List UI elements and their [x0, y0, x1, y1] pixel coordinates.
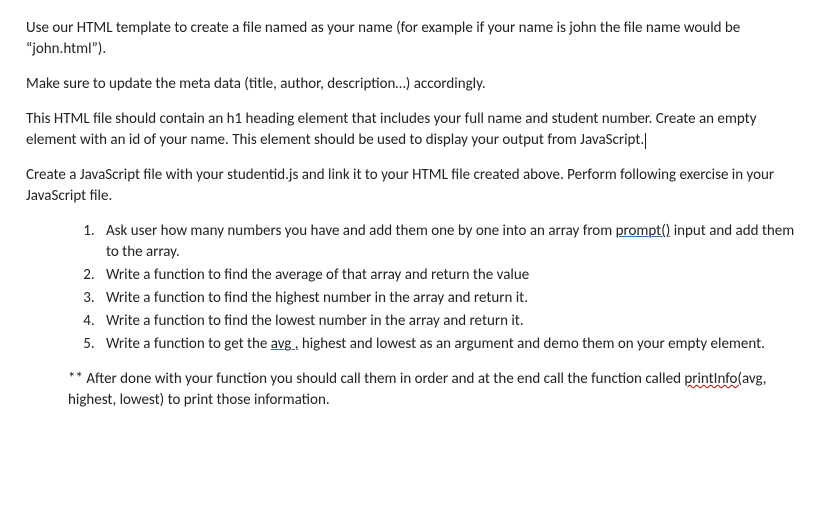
- para5-avg: avg: [742, 370, 763, 388]
- para4-text: Create a JavaScript file with your stude…: [26, 166, 774, 205]
- paragraph-3: This HTML file should contain an h1 head…: [26, 109, 795, 151]
- li1-text-a: Ask user how many numbers you have and a…: [106, 222, 616, 240]
- list-item-3: Write a function to find the highest num…: [98, 288, 795, 309]
- li4-text: Write a function to find the lowest numb…: [106, 312, 524, 330]
- para1-text: Use our HTML template to create a file n…: [26, 19, 740, 58]
- para3-text: This HTML file should contain an h1 head…: [26, 110, 757, 149]
- li5-text-b: highest and lowest as an argument and de…: [298, 335, 764, 353]
- text-cursor: [645, 133, 646, 149]
- paragraph-5: ** After done with your function you sho…: [68, 369, 795, 411]
- li5-underline-avg: avg ,: [271, 335, 299, 353]
- document-page: Use our HTML template to create a file n…: [0, 0, 821, 443]
- para5-underline-printinfo: printInfo(: [684, 370, 742, 388]
- list-item-2: Write a function to find the average of …: [98, 265, 795, 286]
- list-item-4: Write a function to find the lowest numb…: [98, 311, 795, 332]
- paragraph-4: Create a JavaScript file with your stude…: [26, 165, 795, 207]
- para5-text-a: ** After done with your function you sho…: [68, 370, 684, 388]
- para2-text: Make sure to update the meta data (title…: [26, 75, 486, 93]
- list-item-5: Write a function to get the avg , highes…: [98, 334, 795, 355]
- li5-text-a: Write a function to get the: [106, 335, 271, 353]
- li2-text: Write a function to find the average of …: [106, 266, 529, 284]
- li1-underline-prompt: prompt(): [616, 222, 671, 240]
- li3-text: Write a function to find the highest num…: [106, 289, 528, 307]
- paragraph-1: Use our HTML template to create a file n…: [26, 18, 795, 60]
- paragraph-2: Make sure to update the meta data (title…: [26, 74, 795, 95]
- ordered-list: Ask user how many numbers you have and a…: [26, 221, 795, 355]
- list-item-1: Ask user how many numbers you have and a…: [98, 221, 795, 263]
